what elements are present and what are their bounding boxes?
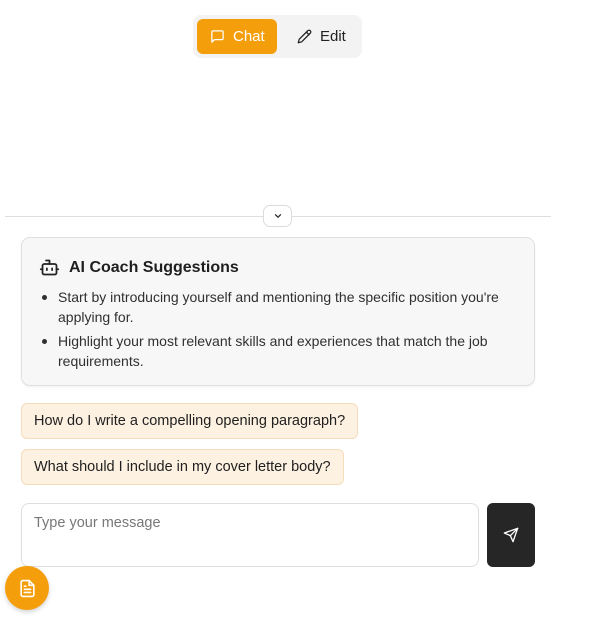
ai-coach-title: AI Coach Suggestions bbox=[69, 258, 239, 276]
suggested-question-button[interactable]: What should I include in my cover letter… bbox=[21, 449, 344, 485]
bullet-dot bbox=[42, 295, 47, 300]
ai-coach-card: AI Coach Suggestions Start by introducin… bbox=[21, 237, 535, 386]
document-fab-button[interactable] bbox=[5, 566, 49, 610]
chevron-down-icon bbox=[274, 214, 281, 218]
mode-toggle: Chat Edit bbox=[193, 15, 362, 58]
pencil-icon bbox=[297, 29, 312, 44]
ai-coach-tip-text: Highlight your most relevant skills and … bbox=[58, 333, 488, 369]
bot-icon bbox=[39, 259, 60, 276]
ai-coach-header: AI Coach Suggestions bbox=[39, 257, 239, 278]
message-input[interactable] bbox=[21, 503, 479, 567]
collapse-toggle-button[interactable] bbox=[263, 205, 292, 227]
send-button[interactable] bbox=[487, 503, 535, 567]
document-icon bbox=[19, 579, 35, 597]
ai-coach-tip: Start by introducing yourself and mentio… bbox=[39, 287, 519, 327]
message-square-icon bbox=[211, 30, 224, 43]
ai-coach-tips: Start by introducing yourself and mentio… bbox=[39, 287, 519, 375]
bullet-dot bbox=[42, 339, 47, 344]
chat-mode-button[interactable]: Chat bbox=[197, 19, 277, 54]
edit-mode-label: Edit bbox=[320, 28, 346, 45]
send-icon bbox=[503, 527, 519, 543]
ai-coach-tip-text: Start by introducing yourself and mentio… bbox=[58, 289, 499, 325]
ai-coach-tip: Highlight your most relevant skills and … bbox=[39, 331, 519, 371]
edit-mode-button[interactable]: Edit bbox=[293, 19, 359, 54]
chat-mode-label: Chat bbox=[233, 28, 265, 45]
suggested-question-button[interactable]: How do I write a compelling opening para… bbox=[21, 403, 359, 439]
